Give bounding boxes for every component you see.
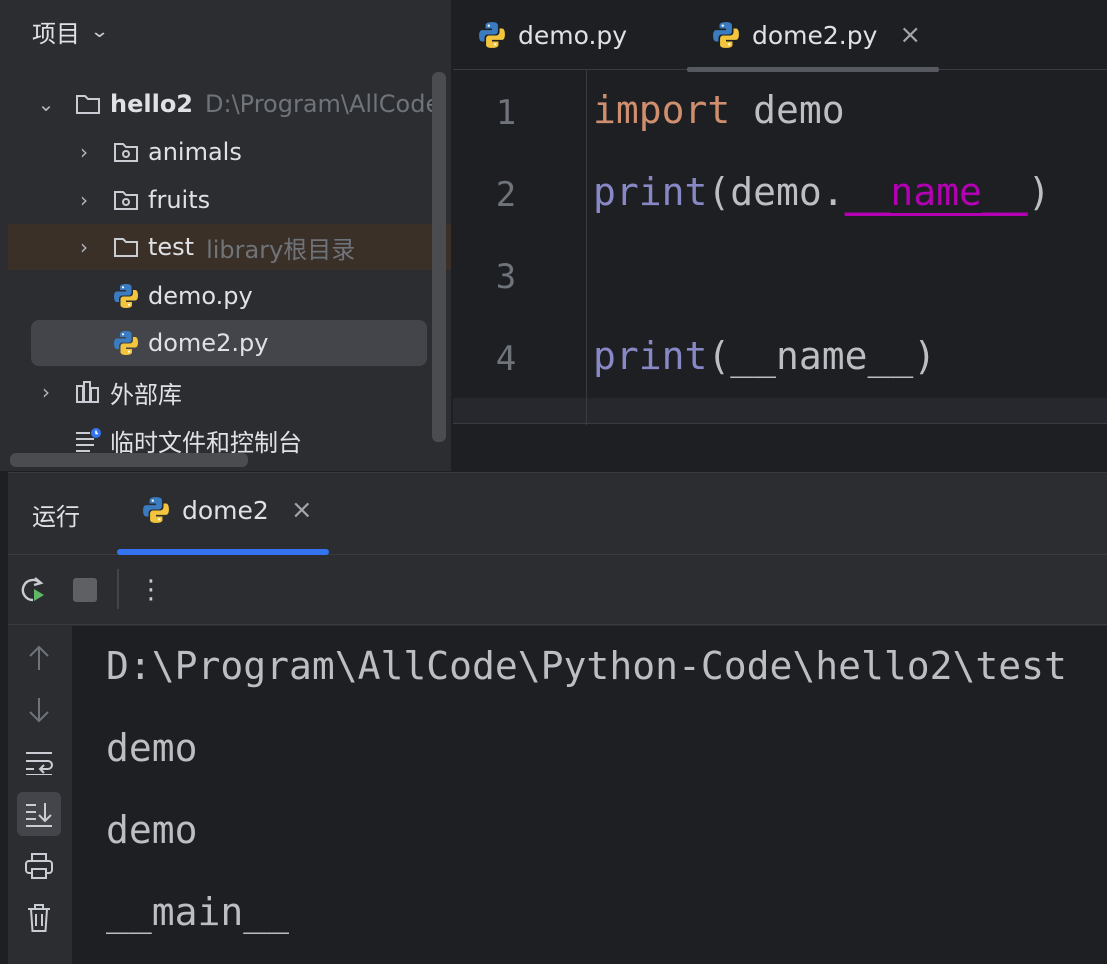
close-icon[interactable]: × bbox=[899, 20, 921, 50]
code-line-4[interactable]: print(__name__) bbox=[593, 334, 936, 378]
run-toolbar: ⋮ bbox=[8, 555, 1107, 625]
tree-item-animals[interactable]: › animals bbox=[0, 130, 451, 174]
editor-tab-bar: demo.py dome2.py × bbox=[453, 0, 1107, 72]
caret-row-highlight bbox=[453, 398, 1107, 424]
more-options-icon[interactable]: ⋮ bbox=[134, 573, 168, 607]
line-number: 1 bbox=[495, 93, 517, 133]
active-tab-indicator bbox=[687, 67, 939, 72]
builtin-token: print bbox=[593, 334, 708, 378]
tree-item-label: test bbox=[148, 233, 195, 261]
code-token: (__name__) bbox=[707, 334, 937, 378]
scroll-to-end-icon[interactable] bbox=[17, 792, 61, 836]
chevron-down-icon[interactable]: ⌄ bbox=[34, 92, 58, 116]
console-line: demo bbox=[106, 808, 198, 852]
code-token: (demo. bbox=[707, 170, 845, 214]
library-icon bbox=[74, 378, 102, 406]
print-icon[interactable] bbox=[17, 844, 61, 888]
code-line-1[interactable]: import demo bbox=[593, 88, 845, 132]
tree-item-fruits[interactable]: › fruits bbox=[0, 178, 451, 222]
folder-icon bbox=[74, 90, 102, 118]
tree-item-label: fruits bbox=[148, 186, 211, 214]
dunder-token: __name__ bbox=[844, 170, 1028, 214]
python-file-icon bbox=[112, 329, 140, 357]
editor-panel: demo.py dome2.py × 1 2 3 4 import demo p… bbox=[453, 0, 1107, 471]
python-file-icon bbox=[112, 282, 140, 310]
tree-item-label: dome2.py bbox=[148, 329, 269, 357]
console-side-toolbar bbox=[8, 626, 72, 964]
tab-dome2-py[interactable]: dome2.py × bbox=[687, 0, 939, 72]
console-line: demo bbox=[106, 726, 198, 770]
python-file-icon bbox=[712, 21, 740, 49]
library-root-hint: library根目录 bbox=[206, 235, 356, 264]
gutter-divider bbox=[586, 70, 587, 425]
stop-icon[interactable] bbox=[68, 573, 102, 607]
arrow-down-icon[interactable] bbox=[17, 688, 61, 732]
vertical-scrollbar[interactable] bbox=[432, 72, 446, 442]
keyword-token: import bbox=[593, 88, 731, 132]
run-panel-title: 运行 bbox=[32, 503, 80, 531]
line-number: 4 bbox=[495, 339, 517, 379]
line-number: 2 bbox=[495, 175, 517, 215]
run-tab-bar: 运行 dome2 × bbox=[8, 473, 1107, 555]
run-panel: 运行 dome2 × ⋮ D:\Program\AllCode\Python-C… bbox=[8, 472, 1107, 964]
python-run-icon bbox=[142, 496, 170, 524]
tree-item-dome2-py[interactable]: dome2.py bbox=[31, 320, 427, 366]
code-line-2[interactable]: print(demo.__name__) bbox=[593, 170, 1051, 214]
tree-item-test[interactable]: › test library根目录 bbox=[8, 224, 451, 270]
trash-icon[interactable] bbox=[17, 896, 61, 940]
scratches-icon bbox=[74, 426, 102, 454]
tree-root-hello2[interactable]: ⌄ hello2 D:\Program\AllCode bbox=[0, 82, 451, 126]
toolbar-separator bbox=[117, 569, 119, 609]
project-title: 项目 bbox=[32, 19, 80, 48]
tab-label: demo.py bbox=[518, 20, 628, 50]
rerun-icon[interactable] bbox=[16, 573, 50, 607]
project-view-selector[interactable]: 项目 ⌄ bbox=[32, 14, 110, 48]
chevron-right-icon[interactable]: › bbox=[72, 188, 96, 212]
console-line: __main__ bbox=[106, 890, 290, 934]
soft-wrap-icon[interactable] bbox=[17, 740, 61, 784]
tab-demo-py[interactable]: demo.py bbox=[478, 0, 627, 70]
tree-item-label: animals bbox=[148, 138, 242, 166]
folder-icon bbox=[112, 233, 140, 261]
tab-label: dome2.py bbox=[752, 20, 878, 50]
arrow-up-icon[interactable] bbox=[17, 636, 61, 680]
run-tab-dome2[interactable]: dome2 × bbox=[142, 495, 313, 525]
chevron-down-icon: ⌄ bbox=[89, 20, 110, 42]
run-tab-label: dome2 bbox=[182, 495, 269, 525]
tree-root-path: D:\Program\AllCode bbox=[205, 90, 441, 118]
python-file-icon bbox=[478, 21, 506, 49]
tree-item-label: demo.py bbox=[148, 282, 253, 310]
package-folder-icon bbox=[112, 138, 140, 166]
tree-item-label: 外部库 bbox=[110, 380, 182, 409]
tree-item-external-libraries[interactable]: › 外部库 bbox=[0, 370, 451, 414]
builtin-token: print bbox=[593, 170, 708, 214]
project-panel: 项目 ⌄ ⌄ hello2 D:\Program\AllCode › anima… bbox=[0, 0, 451, 471]
console-line: D:\Program\AllCode\Python-Code\hello2\te… bbox=[106, 644, 1067, 688]
chevron-right-icon[interactable]: › bbox=[72, 235, 96, 259]
line-number: 3 bbox=[495, 257, 517, 297]
chevron-right-icon[interactable]: › bbox=[72, 140, 96, 164]
tree-item-demo-py[interactable]: demo.py bbox=[0, 274, 451, 318]
horizontal-scrollbar[interactable] bbox=[10, 453, 248, 467]
chevron-right-icon[interactable]: › bbox=[34, 380, 58, 404]
tree-root-label: hello2 bbox=[110, 90, 194, 118]
package-folder-icon bbox=[112, 186, 140, 214]
close-icon[interactable]: × bbox=[291, 495, 313, 525]
code-token: ) bbox=[1027, 170, 1051, 214]
code-token: demo bbox=[730, 88, 845, 132]
console-output[interactable]: D:\Program\AllCode\Python-Code\hello2\te… bbox=[72, 626, 1107, 964]
